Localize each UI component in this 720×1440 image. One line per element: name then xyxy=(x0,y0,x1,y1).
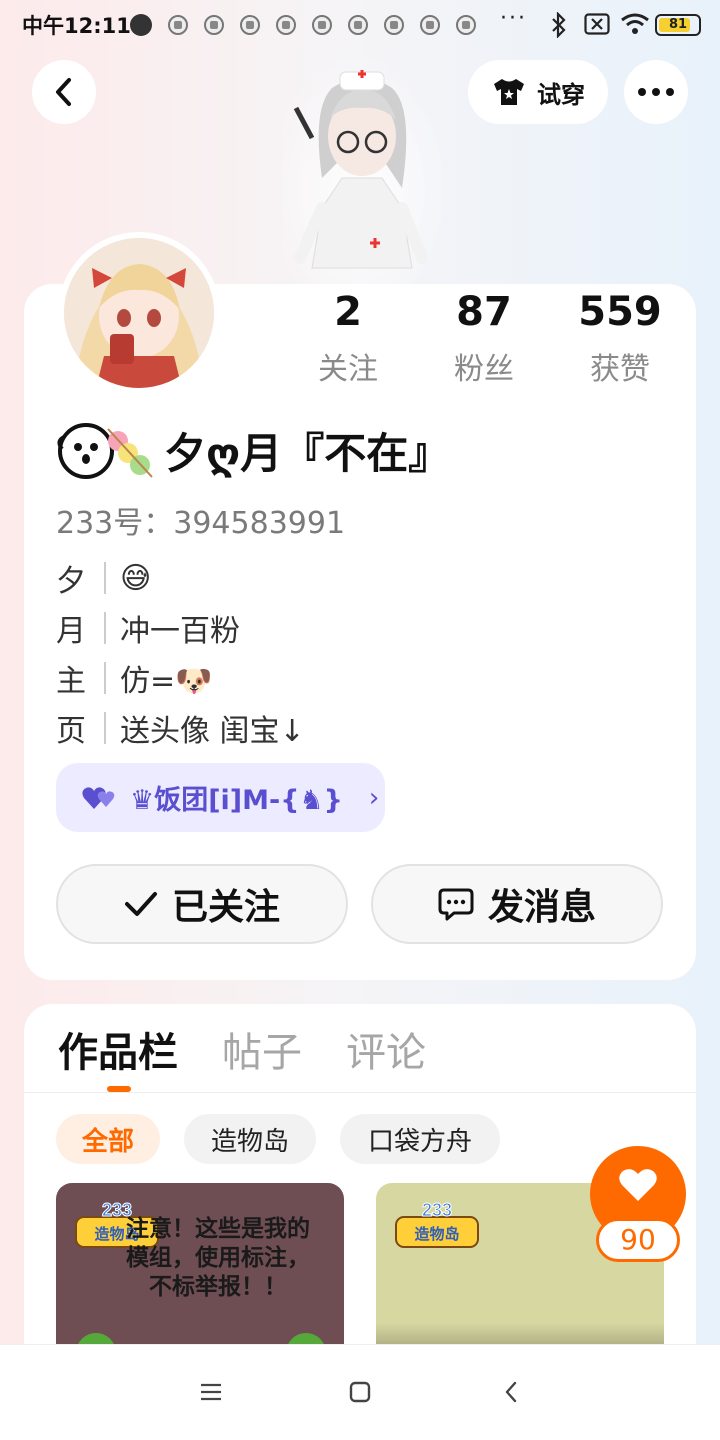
fan-group-name: ♛饭团[i]M-{♞} xyxy=(130,785,343,816)
menu-icon xyxy=(201,1383,221,1401)
app-notification-icon xyxy=(312,15,332,35)
filter-chip-all[interactable]: 全部 xyxy=(56,1114,160,1164)
recent-apps-button[interactable] xyxy=(189,1370,233,1414)
bio-line: 页 送头像 闺宝↓ xyxy=(56,706,305,750)
heart-icon xyxy=(619,1169,657,1201)
bio-divider xyxy=(104,612,106,644)
no-sim-icon xyxy=(584,13,610,35)
bio-line: 月 冲一百粉 xyxy=(56,606,240,650)
followed-label: 已关注 xyxy=(171,887,280,928)
stat-following[interactable]: 2 关注 xyxy=(278,288,418,388)
app-notification-icon xyxy=(420,15,440,35)
checkmark-icon xyxy=(124,892,157,916)
bio-line: 夕 😅 xyxy=(56,556,151,600)
app-notification-icon xyxy=(204,15,224,35)
like-count: 90 xyxy=(596,1218,680,1262)
app-notification-icon xyxy=(456,15,476,35)
filter-chip-zaowu[interactable]: 造物岛 xyxy=(184,1114,316,1164)
bio-text: 冲一百粉 xyxy=(120,614,240,649)
nickname: 夕ღ月『不在』 xyxy=(164,428,451,478)
battery-icon: 81 xyxy=(655,14,701,36)
svg-text:233: 233 xyxy=(422,1200,452,1220)
stat-likes[interactable]: 559 获赞 xyxy=(550,288,690,388)
nickname-row: 夕ღ月『不在』 xyxy=(56,418,450,482)
stat-followers[interactable]: 87 粉丝 xyxy=(414,288,554,388)
chat-bubble-icon xyxy=(438,888,474,921)
followed-button[interactable]: 已关注 xyxy=(56,864,348,944)
bio-key: 主 xyxy=(56,664,86,699)
following-label: 关注 xyxy=(318,352,378,387)
status-bar: 中午12:11 ··· 81 xyxy=(0,0,720,50)
chevron-right-icon: › xyxy=(368,782,380,813)
following-count: 2 xyxy=(334,289,362,335)
app-notification-icon xyxy=(240,15,260,35)
user-id[interactable]: 233号：394583991 xyxy=(56,498,345,542)
app-notification-icon xyxy=(276,15,296,35)
tshirt-icon xyxy=(494,79,524,105)
filter-chip-koudai[interactable]: 口袋方舟 xyxy=(340,1114,500,1164)
tab-comments[interactable]: 评论 xyxy=(346,1020,426,1078)
avatar[interactable] xyxy=(58,232,220,394)
more-dots-icon xyxy=(638,88,674,96)
bio-key: 页 xyxy=(56,714,86,749)
status-time: 中午12:11 xyxy=(22,14,131,38)
bluetooth-icon xyxy=(552,12,566,38)
tab-works[interactable]: 作品栏 xyxy=(58,1020,178,1078)
double-heart-icon xyxy=(82,786,115,809)
back-button[interactable] xyxy=(32,60,96,124)
home-square-icon xyxy=(349,1381,371,1403)
tab-divider xyxy=(24,1092,696,1093)
likes-count: 559 xyxy=(578,289,662,335)
wifi-icon xyxy=(621,13,649,34)
app-notification-icon xyxy=(384,15,404,35)
svg-text:造物岛: 造物岛 xyxy=(414,1225,459,1243)
battery-level: 81 xyxy=(668,17,688,32)
followers-count: 87 xyxy=(456,289,512,335)
likes-label: 获赞 xyxy=(590,352,650,387)
app-notification-icon xyxy=(168,15,188,35)
send-message-button[interactable]: 发消息 xyxy=(371,864,663,944)
system-back-button[interactable] xyxy=(489,1370,533,1414)
media-icon xyxy=(130,14,152,36)
bio-divider xyxy=(104,562,106,594)
dango-icon xyxy=(57,423,153,479)
character-avatar-figure[interactable] xyxy=(282,48,442,284)
avatar-image xyxy=(64,238,214,388)
home-button[interactable] xyxy=(338,1370,382,1414)
chevron-left-icon xyxy=(56,78,71,106)
more-options-button[interactable] xyxy=(624,60,688,124)
try-on-button[interactable]: 试穿 xyxy=(468,60,608,124)
bio-key: 夕 xyxy=(56,564,86,599)
bio-divider xyxy=(104,712,106,744)
zaowu-island-logo: 233 造物岛 xyxy=(395,1200,479,1248)
send-message-label: 发消息 xyxy=(487,887,596,928)
app-notification-icon xyxy=(348,15,368,35)
bio-line: 主 仿=🐶 xyxy=(56,656,213,700)
back-chevron-icon xyxy=(505,1381,517,1403)
more-notifications-icon: ··· xyxy=(500,6,527,31)
bio-divider xyxy=(104,662,106,694)
fan-group-button[interactable]: ♛饭团[i]M-{♞} › xyxy=(56,763,385,832)
work-cover-text: 注意！这些是我的模组，使用标注，不标举报！！ xyxy=(126,1216,310,1300)
followers-label: 粉丝 xyxy=(454,352,514,387)
bio-text: 仿=🐶 xyxy=(120,664,213,699)
bio-key: 月 xyxy=(56,614,86,649)
tab-posts[interactable]: 帖子 xyxy=(222,1020,302,1078)
bio-text: 😅 xyxy=(120,560,152,596)
work-card[interactable]: 233 造物岛 注意！这些是我的模组，使用标注，不标举报！！ xyxy=(56,1183,344,1353)
try-on-label: 试穿 xyxy=(537,80,585,109)
bio-text: 送头像 闺宝↓ xyxy=(120,714,305,749)
